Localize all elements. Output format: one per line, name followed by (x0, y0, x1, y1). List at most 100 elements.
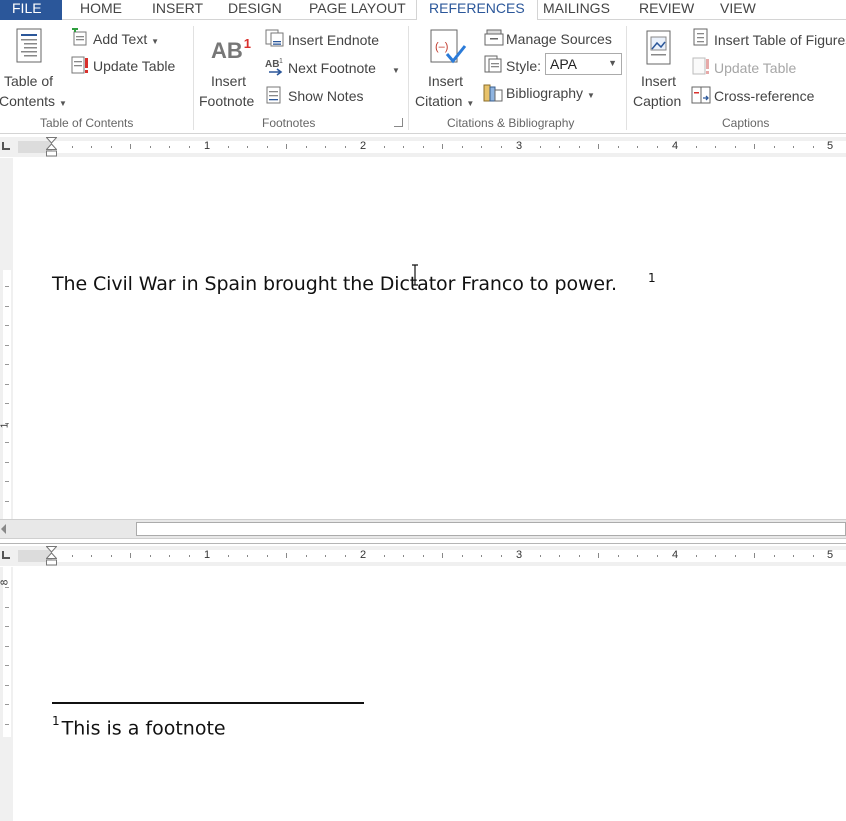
chevron-down-icon: ▼ (151, 37, 160, 46)
ruler-tick (442, 553, 443, 558)
vertical-ruler-tick (5, 646, 9, 647)
insert-footnote-label-2: Footnote (199, 93, 255, 109)
tab-design[interactable]: DESIGN (228, 0, 282, 20)
document-body-text[interactable]: The Civil War in Spain brought the Dicta… (52, 273, 617, 295)
vertical-ruler-tick (5, 607, 9, 608)
ruler-tick (715, 146, 716, 148)
group-label-footnotes: Footnotes (262, 116, 316, 130)
vertical-ruler-tick (5, 462, 9, 463)
tab-mailings[interactable]: MAILINGS (543, 0, 610, 20)
tab-review[interactable]: REVIEW (639, 0, 694, 20)
chevron-down-icon: ▼ (58, 99, 67, 108)
vertical-ruler-track (3, 567, 11, 737)
ruler-tick (501, 555, 502, 557)
ruler-tick (813, 555, 814, 557)
footnote-pane[interactable] (14, 567, 846, 821)
ruler-tick (793, 146, 794, 148)
ruler-tick (130, 553, 131, 558)
insert-footnote-label-1: Insert (211, 73, 247, 89)
vertical-ruler-tick (5, 442, 9, 443)
footnote-entry[interactable]: 1 This is a footnote (52, 714, 226, 739)
ruler-tick (150, 146, 151, 148)
vertical-ruler-bottom-pane[interactable]: 8 (0, 567, 13, 821)
citation-style-value: APA (550, 56, 577, 72)
horizontal-scrollbar[interactable] (0, 519, 846, 539)
horizontal-ruler-bottom-pane[interactable]: 1 2 3 4 5 (0, 546, 846, 566)
style-icon (484, 55, 502, 73)
ruler-tick (696, 555, 697, 557)
update-table-icon (71, 56, 88, 74)
show-notes-label: Show Notes (288, 88, 364, 104)
ruler-tick (540, 555, 541, 557)
svg-text:AB: AB (265, 59, 279, 70)
manage-sources-icon (484, 29, 504, 46)
ruler-tick (637, 555, 638, 557)
vertical-ruler-tick (5, 364, 9, 365)
ruler-number-5: 5 (827, 549, 834, 561)
svg-text:1: 1 (279, 58, 283, 65)
ruler-tick (345, 555, 346, 557)
ruler-number-4: 4 (672, 140, 679, 152)
vertical-ruler-tick (5, 325, 9, 326)
text-cursor-icon (412, 264, 418, 286)
table-of-contents-label-2: Contents ▼ (0, 93, 67, 109)
ruler-tick (306, 146, 307, 148)
ruler-tick (306, 555, 307, 557)
pane-split-handle[interactable] (0, 540, 846, 544)
group-separator (193, 26, 194, 130)
ruler-tick (618, 146, 619, 148)
ruler-tick (286, 553, 287, 558)
insert-caption-label-1: Insert (641, 73, 677, 89)
tab-references[interactable]: REFERENCES (416, 0, 538, 21)
ruler-tick (793, 555, 794, 557)
tab-selector-icon[interactable] (2, 142, 10, 150)
bibliography-label: Bibliography ▼ (506, 85, 595, 101)
ruler-tick (579, 555, 580, 557)
dialog-launcher-icon[interactable] (394, 118, 403, 127)
ruler-tick (150, 555, 151, 557)
vertical-ruler[interactable]: 1 (0, 158, 13, 519)
cross-reference-label: Cross-reference (714, 88, 815, 104)
ruler-tick (189, 146, 190, 148)
scrollbar-thumb[interactable] (136, 522, 846, 536)
footnote-icon: AB1 (211, 36, 252, 63)
ruler-number-4: 4 (672, 549, 679, 561)
ruler-tick (754, 144, 755, 149)
group-label-table-of-contents: Table of Contents (40, 116, 134, 130)
scroll-left-icon[interactable] (1, 524, 6, 534)
table-of-figures-icon (693, 28, 708, 46)
svg-text:(–): (–) (435, 41, 448, 53)
footnote-text[interactable]: This is a footnote (62, 717, 226, 739)
vertical-ruler-tick (5, 501, 9, 502)
ruler-tick (91, 146, 92, 148)
document-page[interactable] (14, 158, 846, 519)
tab-insert[interactable]: INSERT (152, 0, 203, 20)
chevron-down-icon[interactable]: ▼ (392, 62, 400, 80)
ruler-tick (618, 555, 619, 557)
tab-home[interactable]: HOME (80, 0, 122, 20)
insert-endnote-label: Insert Endnote (288, 32, 380, 48)
tab-selector-icon[interactable] (2, 551, 10, 559)
vertical-ruler-tick (5, 345, 9, 346)
next-footnote-icon: AB 1 (265, 58, 283, 76)
group-label-citations: Citations & Bibliography (447, 116, 575, 130)
ruler-tick (72, 146, 73, 148)
ruler-tick (579, 146, 580, 148)
ruler-tick (228, 555, 229, 557)
ruler-tick (169, 146, 170, 148)
tab-view[interactable]: VIEW (720, 0, 756, 20)
footnote-reference[interactable]: 1 (648, 271, 656, 285)
ruler-tick (774, 555, 775, 557)
tab-page-layout[interactable]: PAGE LAYOUT (309, 0, 406, 20)
insert-caption-label-2: Caption (633, 93, 682, 109)
ruler-tick (559, 555, 560, 557)
update-table-figures-label: Update Table (714, 60, 797, 76)
citation-style-dropdown[interactable]: APA ▼ (545, 53, 622, 75)
tab-file[interactable]: FILE (0, 0, 62, 20)
ruler-tick (754, 553, 755, 558)
ruler-tick (598, 144, 599, 149)
ruler-number-1: 1 (204, 549, 211, 561)
ruler-track (52, 550, 846, 562)
vertical-ruler-tick (5, 403, 9, 404)
horizontal-ruler[interactable]: 1 2 3 4 5 (0, 137, 846, 157)
